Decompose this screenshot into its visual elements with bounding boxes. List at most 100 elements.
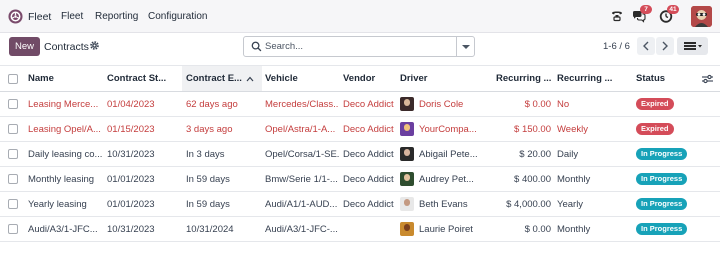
cell-contract-end: 62 days ago [186,98,238,110]
driver-name: Laurie Poiret [419,223,473,235]
driver-avatar [400,222,414,236]
cell-contract-start: 01/01/2023 [107,198,155,210]
cell-status: In Progress [636,192,706,216]
cell-contract-end: In 3 days [186,148,225,160]
driver-name: Audrey Pet... [419,173,474,185]
cell-name: Leasing Merce... [28,98,99,110]
breadcrumb: Contracts [44,41,89,53]
cell-status: In Progress [636,217,706,241]
cell-contract-start: 10/31/2023 [107,148,155,160]
row-checkbox[interactable] [8,149,18,159]
column-header-vehicle[interactable]: Vehicle [265,66,339,91]
driver-avatar-face [404,174,410,181]
cell-contract-end: In 59 days [186,173,230,185]
cell-status: Expired [636,117,706,141]
table-row[interactable]: Monthly leasing 01/01/2023 In 59 days Bmw/S… [0,167,720,192]
driver-avatar-face [404,124,410,131]
pager-next-button[interactable] [656,37,674,55]
cell-recurring-frequency: Monthly [557,173,591,185]
status-badge: In Progress [636,173,688,185]
cell-recurring-cost: $ 4,000.00 [506,198,551,210]
cell-vehicle: Bmw/Serie 1/1-... [265,173,338,185]
messages-button[interactable]: 7 [631,5,652,24]
status-badge: Expired [636,123,674,135]
driver-avatar [400,172,414,186]
menu-configuration[interactable]: Configuration [148,11,207,22]
table-row[interactable]: Yearly leasing 01/01/2023 In 59 days Audi/A… [0,192,720,217]
row-checkbox[interactable] [8,99,18,109]
row-checkbox[interactable] [8,224,18,234]
cell-contract-start: 01/04/2023 [107,98,155,110]
chevron-right-icon [662,41,668,51]
fleet-app-icon[interactable] [8,9,23,24]
table-row[interactable]: Leasing Opel/A... 01/15/2023 3 days ago Ope… [0,117,720,142]
cell-recurring-cost: $ 0.00 [524,98,551,110]
cell-contract-start: 01/15/2023 [107,123,155,135]
driver-name: YourCompa... [419,123,477,135]
driver-name: Beth Evans [419,198,468,210]
status-badge: In Progress [636,148,688,160]
column-header-status[interactable]: Status [636,66,692,91]
row-checkbox[interactable] [8,174,18,184]
cell-name: Audi/A3/1-JFC... [28,223,98,235]
cell-status: In Progress [636,167,706,191]
gear-icon[interactable] [89,40,100,51]
status-badge: Expired [636,98,674,110]
column-header-recurring-frequency[interactable]: Recurring ... [557,66,625,91]
row-checkbox[interactable] [8,199,18,209]
list-view-icon [684,42,702,50]
cell-vendor: Deco Addict [343,98,394,110]
column-header-vendor[interactable]: Vendor [343,66,397,91]
cell-vendor [343,217,397,241]
cell-vehicle: Opel/Astra/1-A... [265,123,336,135]
pager-previous-button[interactable] [637,37,655,55]
new-button[interactable]: New [9,37,40,56]
cell-name: Yearly leasing [28,198,87,210]
cell-vehicle: Audi/A3/1-JFC-... [265,223,338,235]
select-all-checkbox[interactable] [8,73,18,84]
table-row[interactable]: Daily leasing co... 10/31/2023 In 3 days Op… [0,142,720,167]
view-switcher-button[interactable] [677,37,708,55]
row-checkbox[interactable] [8,124,18,134]
messages-badge: 7 [640,5,652,14]
driver-avatar [400,147,414,161]
menu-reporting[interactable]: Reporting [95,11,138,22]
cell-recurring-cost: $ 0.00 [524,223,551,235]
cell-driver: Laurie Poiret [400,217,490,241]
cell-contract-start: 01/01/2023 [107,173,155,185]
search-bar [243,36,475,57]
user-avatar[interactable] [691,6,712,27]
column-header-contract-start[interactable]: Contract St... [107,66,181,91]
column-header-name[interactable]: Name [28,66,104,91]
cell-driver: Audrey Pet... [400,167,490,191]
column-header-contract-end-label: Contract E... [186,73,242,84]
column-header-driver[interactable]: Driver [400,66,490,91]
chevron-left-icon [643,41,649,51]
cell-recurring-cost: $ 400.00 [514,173,551,185]
cell-driver: Abigail Pete... [400,142,490,166]
cell-recurring-frequency: Yearly [557,198,584,210]
table-header: Name Contract St... Contract E... Vehicl… [0,65,720,92]
search-options-toggle[interactable] [456,37,474,56]
cell-recurring-cost: $ 150.00 [514,123,551,135]
phone-icon[interactable] [609,8,625,24]
table-row[interactable]: Leasing Merce... 01/04/2023 62 days ago Mer… [0,92,720,117]
cell-contract-end: 10/31/2024 [186,223,234,235]
cell-vehicle: Opel/Corsa/1-SE... [265,148,339,160]
cell-recurring-cost: $ 20.00 [519,148,551,160]
menu-fleet[interactable]: Fleet [61,11,83,22]
app-name[interactable]: Fleet [28,11,51,23]
driver-avatar [400,97,414,111]
column-header-recurring-cost[interactable]: Recurring ... [496,66,552,91]
cell-contract-start: 10/31/2023 [107,223,155,235]
cell-vehicle: Audi/A1/1-AUD... [265,198,338,210]
driver-name: Doris Cole [419,98,464,110]
status-badge: In Progress [636,198,688,210]
cell-vendor: Deco Addict [343,123,394,135]
pager-value[interactable]: 1-6 / 6 [603,41,630,52]
table-row[interactable]: Audi/A3/1-JFC... 10/31/2023 10/31/2024 Audi… [0,217,720,242]
column-options-icon[interactable] [702,74,713,84]
activities-button[interactable]: 41 [658,5,679,24]
cell-vendor: Deco Addict [343,173,394,185]
search-input[interactable] [265,39,455,54]
